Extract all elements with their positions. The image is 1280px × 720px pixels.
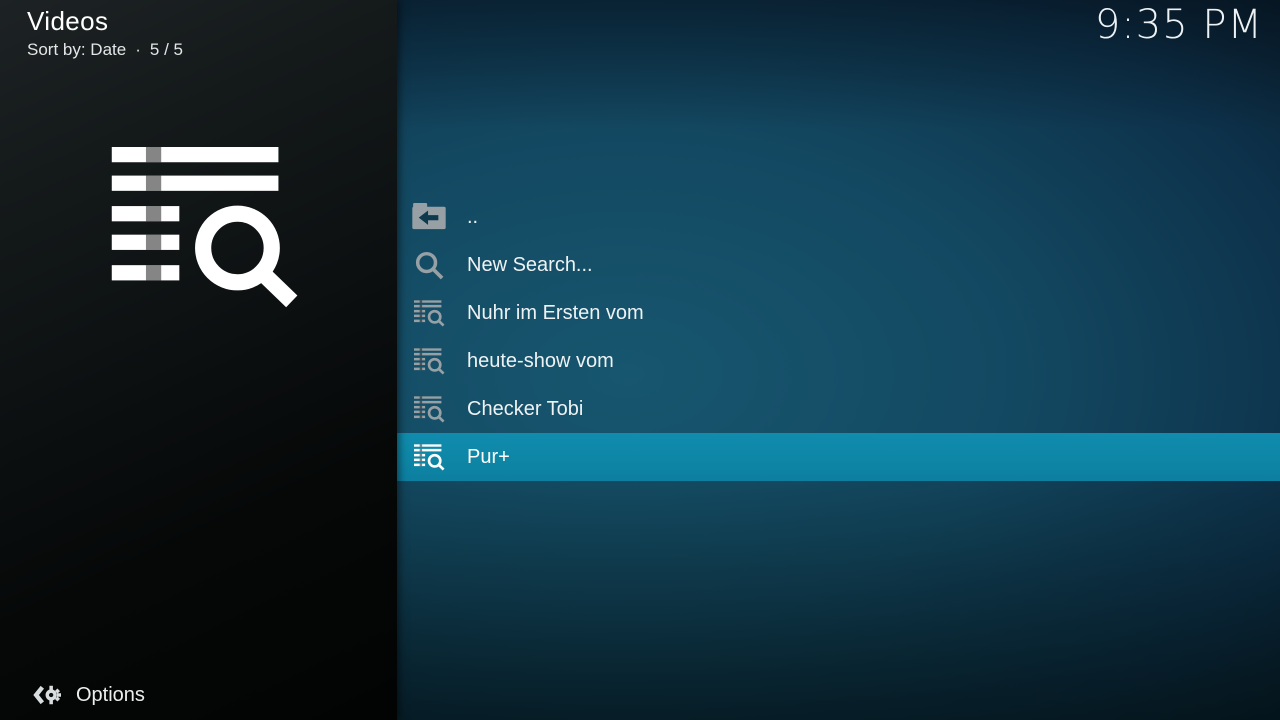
left-panel: Videos Sort by: Date · 5 / 5 Options — [0, 0, 397, 720]
view-header: Videos Sort by: Date · 5 / 5 — [27, 6, 183, 60]
row-label: .. — [467, 206, 478, 229]
row-label: Nuhr im Ersten vom — [467, 302, 644, 325]
item-position-counter: 5 / 5 — [150, 40, 183, 60]
search-icon — [411, 247, 447, 283]
clock: 9:35 PM — [1095, 2, 1263, 48]
search-history-icon — [411, 439, 447, 475]
search-history-icon — [411, 295, 447, 331]
row-label: Checker Tobi — [467, 398, 583, 421]
search-history-artwork-icon — [109, 147, 303, 309]
list-item[interactable]: Nuhr im Ersten vom — [397, 289, 1280, 337]
list-item[interactable]: Pur+ — [397, 433, 1280, 481]
row-label: New Search... — [467, 254, 593, 277]
folder-back-icon — [411, 199, 447, 235]
options-label: Options — [76, 684, 145, 707]
sort-status: Sort by: Date · 5 / 5 — [27, 40, 183, 60]
sort-by-label: Sort by: Date — [27, 40, 126, 60]
list-item[interactable]: Checker Tobi — [397, 385, 1280, 433]
separator-dot: · — [135, 40, 141, 60]
search-history-icon — [411, 391, 447, 427]
search-history-icon — [411, 343, 447, 379]
content-panel: 9:35 PM .. New Search... Nuhr im Ersten … — [397, 0, 1280, 720]
list-item[interactable]: New Search... — [397, 241, 1280, 289]
options-button[interactable]: Options — [31, 681, 147, 709]
row-label: heute-show vom — [467, 350, 614, 373]
options-gear-icon — [33, 683, 61, 707]
row-label: Pur+ — [467, 446, 510, 469]
kodi-screen: Videos Sort by: Date · 5 / 5 Options 9:3… — [0, 0, 1280, 720]
file-list: .. New Search... Nuhr im Ersten vom heut… — [397, 193, 1280, 481]
list-item[interactable]: heute-show vom — [397, 337, 1280, 385]
page-title: Videos — [27, 6, 183, 37]
list-item[interactable]: .. — [397, 193, 1280, 241]
